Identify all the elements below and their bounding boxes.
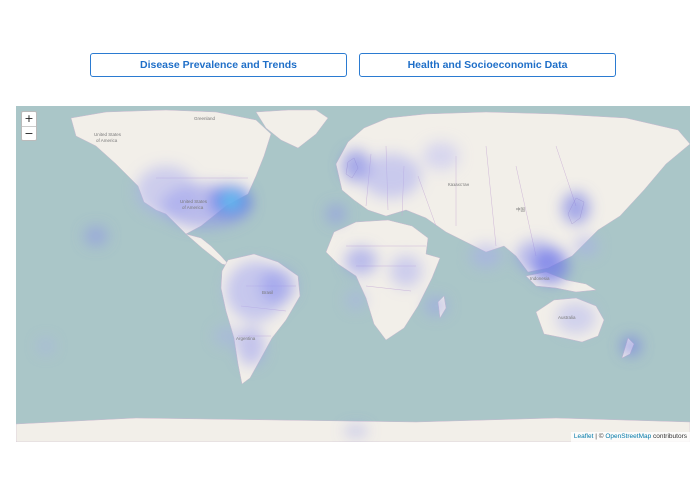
label-usa-north-2: of America (96, 138, 118, 143)
zoom-out-button[interactable]: − (22, 126, 36, 140)
zoom-control: + − (21, 111, 37, 141)
label-indonesia: Indonesia (530, 276, 550, 281)
attribution-suffix: contributors (651, 433, 687, 440)
label-australia: Australia (558, 315, 576, 320)
label-usa-main-2: of America (182, 205, 204, 210)
label-usa-main-1: United States (180, 199, 208, 204)
label-usa-north-1: United States (94, 132, 122, 137)
attribution-separator: | © (593, 433, 606, 440)
label-brasil: Brasil (262, 290, 273, 295)
leaflet-link[interactable]: Leaflet (574, 433, 594, 440)
zoom-in-button[interactable]: + (22, 112, 36, 126)
label-china: 中国 (516, 206, 525, 213)
label-greenland: Greenland (194, 116, 216, 121)
label-argentina: Argentina (236, 336, 256, 341)
health-socioeconomic-button[interactable]: Health and Socioeconomic Data (359, 53, 616, 77)
world-heatmap[interactable]: Greenland United States of America Unite… (16, 106, 690, 442)
disease-prevalence-button[interactable]: Disease Prevalence and Trends (90, 53, 347, 77)
label-kazakhstan: Казахстан (448, 182, 470, 187)
map-canvas: Greenland United States of America Unite… (16, 106, 690, 442)
osm-link[interactable]: OpenStreetMap (605, 433, 651, 440)
map-attribution: Leaflet | © OpenStreetMap contributors (570, 432, 690, 442)
